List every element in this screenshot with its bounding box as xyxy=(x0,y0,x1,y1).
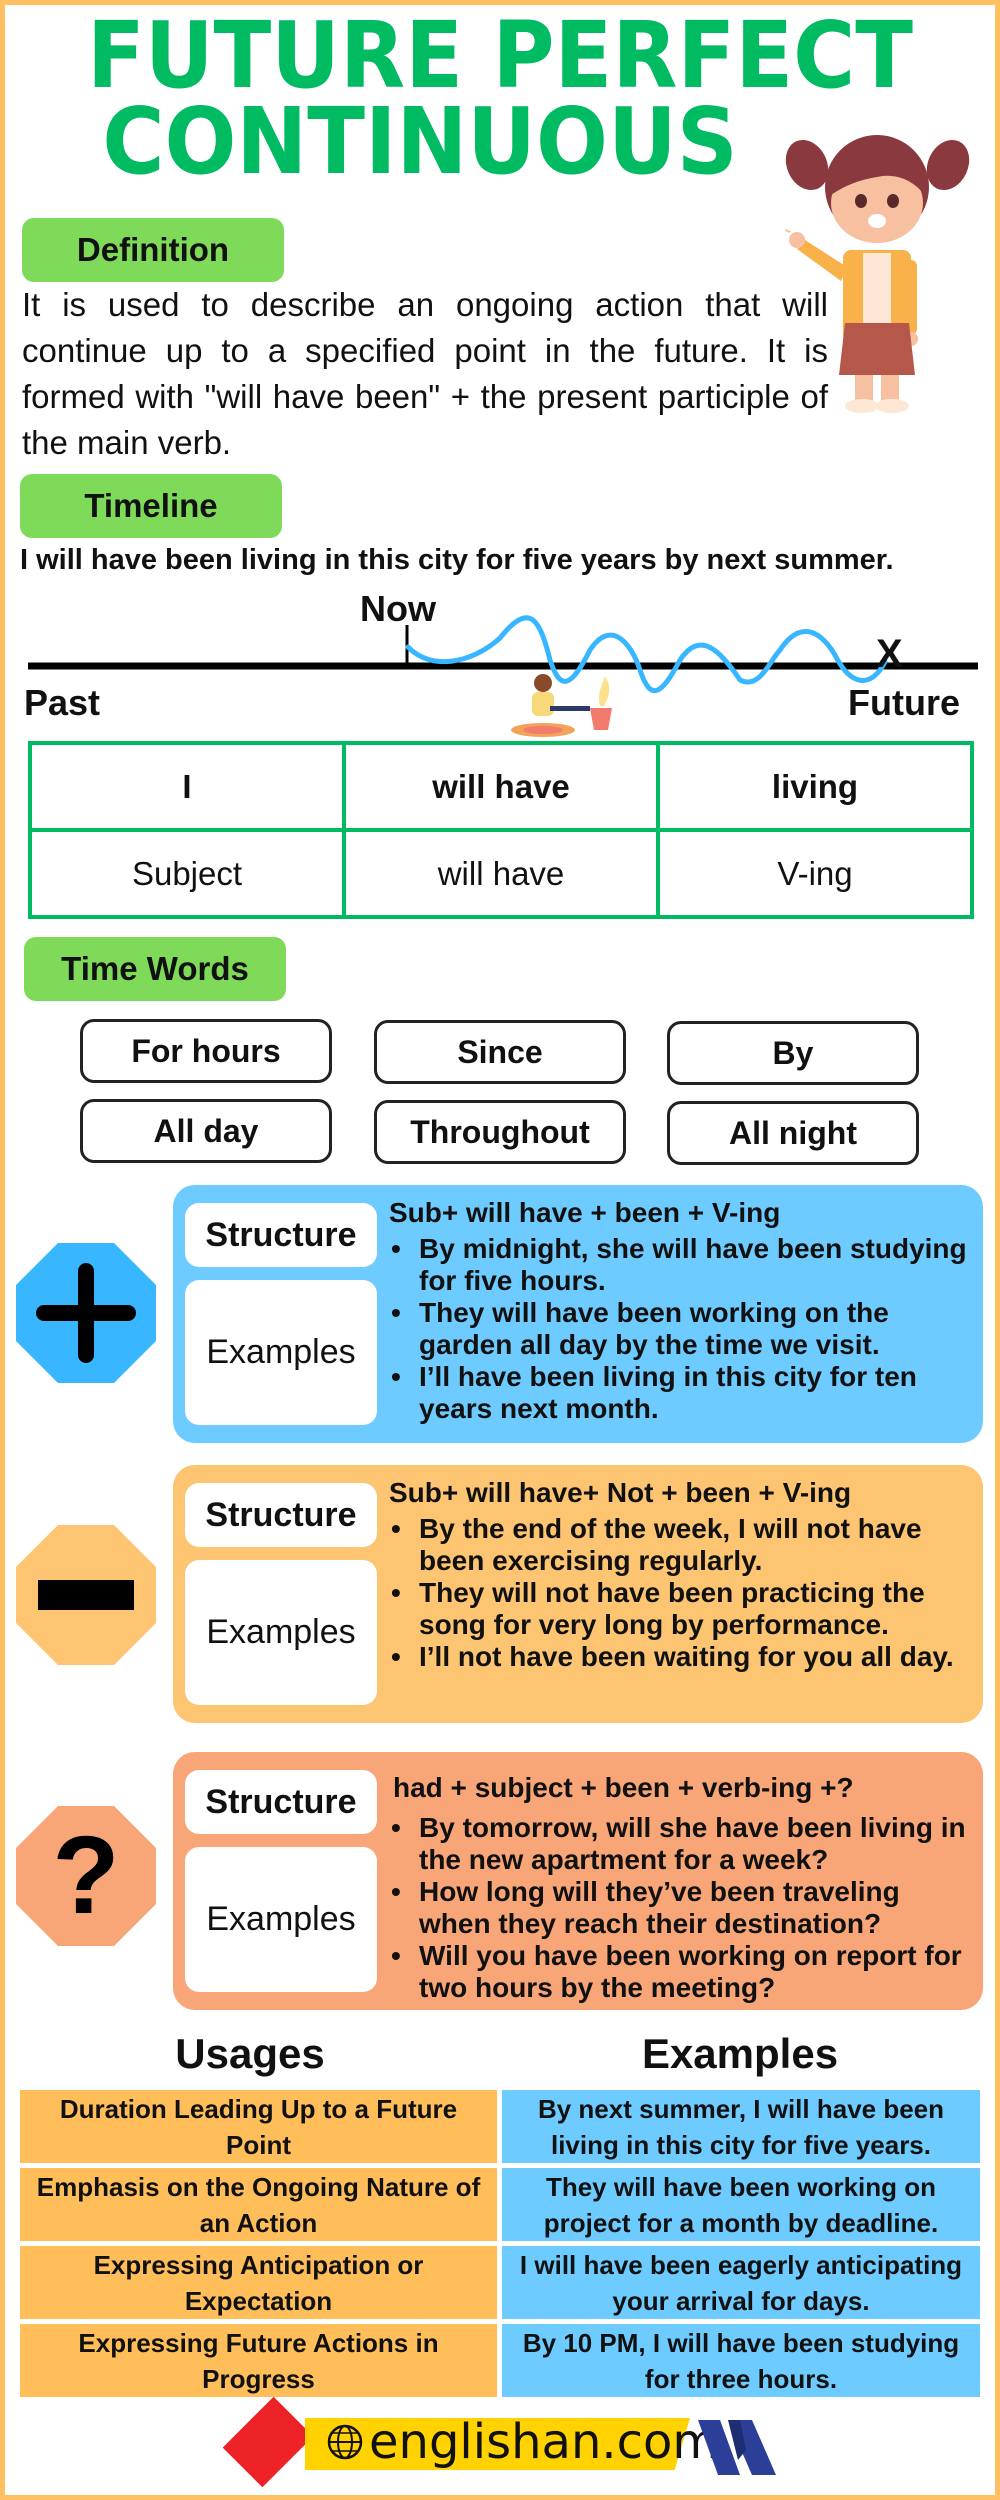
examples-header: Examples xyxy=(641,2030,839,2077)
examples-label: Examples xyxy=(185,1847,377,1992)
time-word-chip: By xyxy=(667,1021,919,1085)
example-cell: By 10 PM, I will have been studying for … xyxy=(502,2324,980,2397)
list-item: They will not have been practicing the s… xyxy=(391,1577,971,1641)
table-row: I will have living xyxy=(28,741,974,832)
usages-header: Usages xyxy=(175,2030,325,2077)
now-label: Now xyxy=(360,588,436,629)
table-row: Subject will have V-ing xyxy=(28,828,974,919)
question-mark-icon: ? xyxy=(52,1814,120,1937)
time-word-chip: All day xyxy=(80,1099,332,1163)
usage-cell: Emphasis on the Ongoing Nature of an Act… xyxy=(20,2168,497,2241)
list-item: By tomorrow, will she have been living i… xyxy=(391,1812,971,1876)
positive-form-card: Structure Examples Sub+ will have + been… xyxy=(173,1185,983,1443)
structure-formula: Sub+ will have+ Not + been + V-ing xyxy=(389,1477,852,1508)
ongoing-action-wave xyxy=(405,615,888,693)
example-cell: I will have been eagerly anticipating yo… xyxy=(502,2246,980,2319)
usage-row: Emphasis on the Ongoing Nature of an Act… xyxy=(20,2168,980,2241)
brand-text: englishan.com xyxy=(325,2414,719,2470)
list-item: Will you have been working on report for… xyxy=(391,1940,971,2004)
usage-cell: Expressing Future Actions in Progress xyxy=(20,2324,497,2397)
positive-form-badge xyxy=(16,1243,156,1383)
usage-row: Expressing Future Actions in Progress By… xyxy=(20,2324,980,2397)
red-diamond-shape xyxy=(222,2396,314,2488)
list-item: How long will they’ve been traveling whe… xyxy=(391,1876,971,1940)
examples-list: By midnight, she will have been studying… xyxy=(391,1233,971,1425)
list-item: I’ll have been living in this city for t… xyxy=(391,1361,971,1425)
structure-formula: Sub+ will have + been + V-ing xyxy=(389,1197,781,1228)
question-form-badge: ? xyxy=(16,1806,156,1946)
time-word-chip: For hours xyxy=(80,1019,332,1083)
timeline-diagram: Now X Past Future xyxy=(0,580,1000,740)
footer-brand: englishan.com xyxy=(222,2396,776,2488)
table-cell: will have xyxy=(342,828,660,919)
question-form-card: Structure Examples had + subject + been … xyxy=(173,1752,983,2010)
table-cell: Subject xyxy=(28,828,346,919)
examples-label: Examples xyxy=(185,1560,377,1705)
minus-icon xyxy=(38,1580,134,1610)
example-cell: By next summer, I will have been living … xyxy=(502,2090,980,2163)
brand-logo-icon xyxy=(698,2420,776,2475)
table-cell: V-ing xyxy=(656,828,974,919)
future-label: Future xyxy=(848,682,960,723)
negative-form-badge xyxy=(16,1525,156,1665)
plus-icon xyxy=(16,1243,156,1383)
usage-cell: Duration Leading Up to a Future Point xyxy=(20,2090,497,2163)
structure-label: Structure xyxy=(185,1483,377,1547)
page-title-line-2: CONTINUOUS xyxy=(102,88,738,195)
time-word-chip: All night xyxy=(667,1101,919,1165)
time-words-label: Time Words xyxy=(24,937,286,1001)
structure-label: Structure xyxy=(185,1203,377,1267)
example-cell: They will have been working on project f… xyxy=(502,2168,980,2241)
timeline-label: Timeline xyxy=(20,474,282,538)
structure-table: I will have living Subject will have V-i… xyxy=(28,741,974,919)
table-cell: will have xyxy=(342,741,660,832)
timeline-example-sentence: I will have been living in this city for… xyxy=(20,544,894,576)
brand-url: englishan.com xyxy=(369,2414,720,2470)
usage-row: Duration Leading Up to a Future Point By… xyxy=(20,2090,980,2163)
studying-woman-illustration xyxy=(511,674,612,737)
structure-formula: had + subject + been + verb-ing +? xyxy=(393,1772,854,1803)
structure-label: Structure xyxy=(185,1770,377,1834)
end-point-marker: X xyxy=(876,632,903,676)
usage-row: Expressing Anticipation or Expectation I… xyxy=(20,2246,980,2319)
definition-text: It is used to describe an ongoing action… xyxy=(22,286,828,461)
examples-label: Examples xyxy=(185,1280,377,1425)
list-item: I’ll not have been waiting for you all d… xyxy=(391,1641,971,1673)
usage-cell: Expressing Anticipation or Expectation xyxy=(20,2246,497,2319)
globe-icon xyxy=(327,2424,363,2460)
definition-label: Definition xyxy=(22,218,284,282)
time-word-chip: Throughout xyxy=(374,1100,626,1164)
table-cell: living xyxy=(656,741,974,832)
past-label: Past xyxy=(24,682,101,723)
list-item: By the end of the week, I will not have … xyxy=(391,1513,971,1577)
time-word-chip: Since xyxy=(374,1020,626,1084)
examples-list: By tomorrow, will she have been living i… xyxy=(391,1812,971,2004)
examples-list: By the end of the week, I will not have … xyxy=(391,1513,971,1673)
table-cell: I xyxy=(28,741,346,832)
list-item: They will have been working on the garde… xyxy=(391,1297,971,1361)
negative-form-card: Structure Examples Sub+ will have+ Not +… xyxy=(173,1465,983,1723)
list-item: By midnight, she will have been studying… xyxy=(391,1233,971,1297)
